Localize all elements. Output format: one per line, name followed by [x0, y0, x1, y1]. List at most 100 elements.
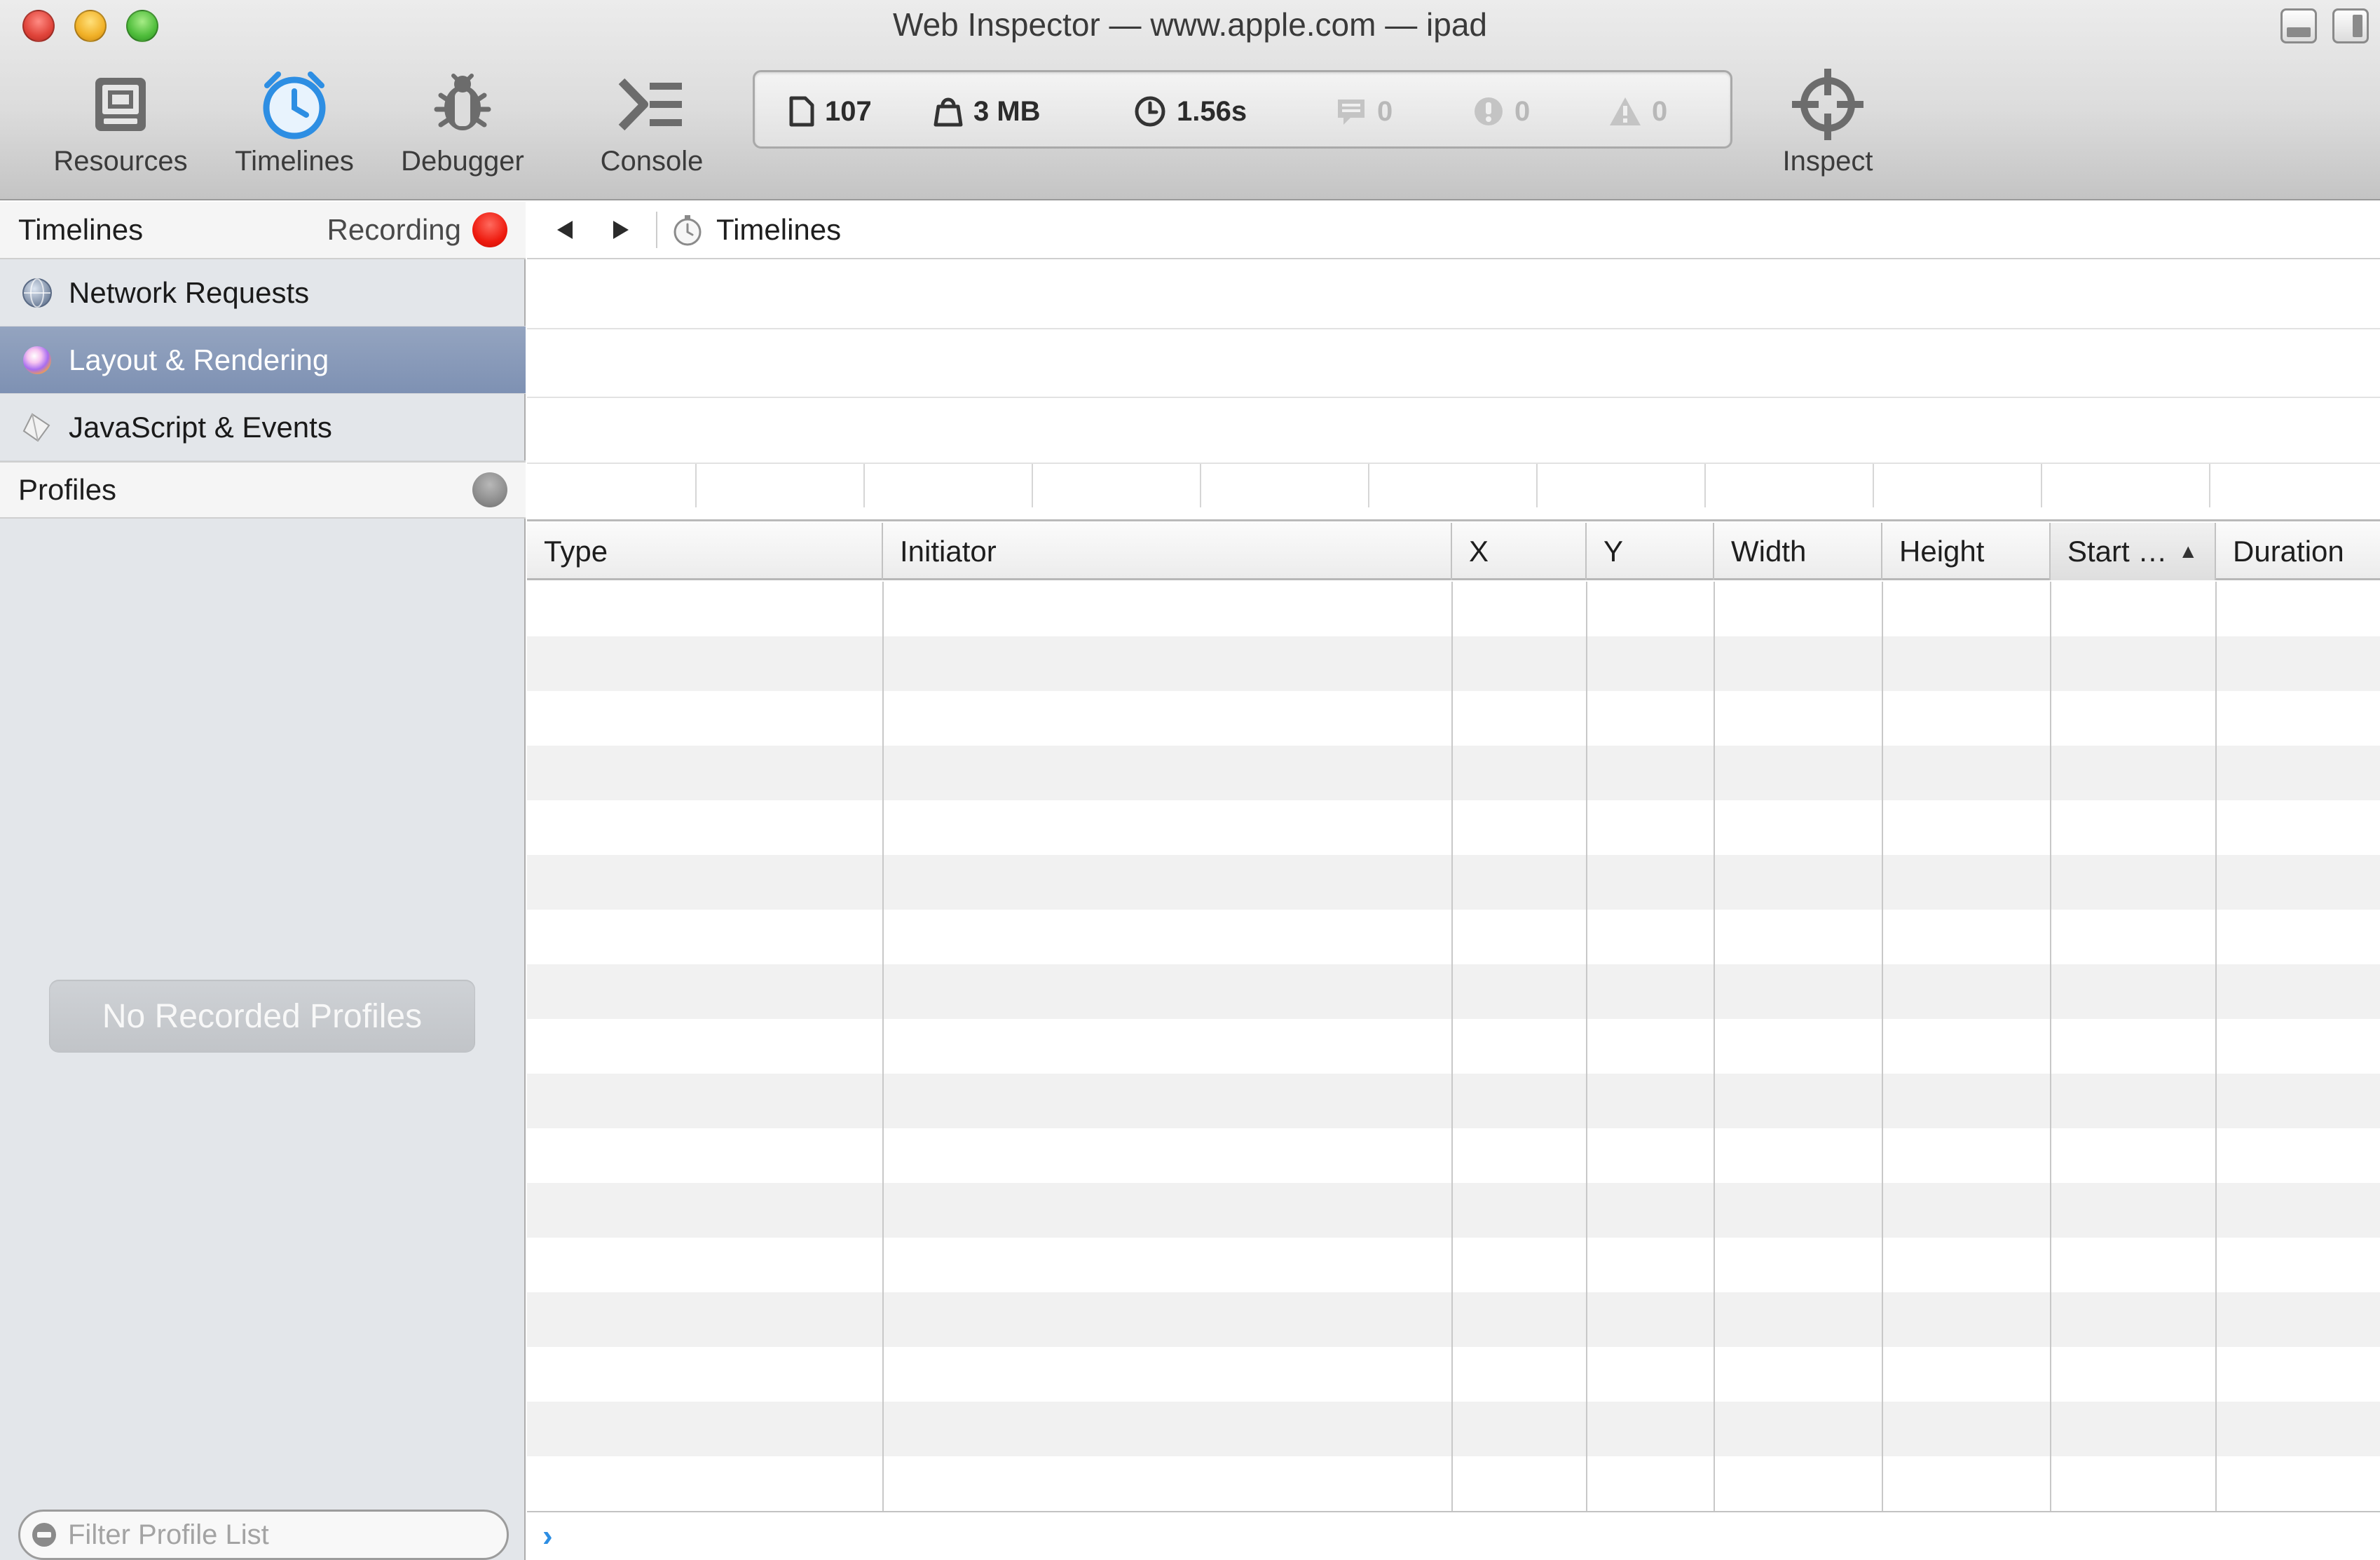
table-row[interactable] [527, 1238, 2380, 1292]
warning-icon [1610, 97, 1641, 125]
column-header-start-time[interactable]: Start … ▲ [2051, 523, 2216, 580]
dashboard-warnings[interactable]: 0 [1608, 90, 1667, 132]
filter-profile-input[interactable] [68, 1519, 488, 1551]
column-divider [882, 582, 884, 1511]
record-button-icon[interactable] [472, 212, 507, 247]
back-button[interactable] [537, 201, 593, 259]
ruler-tick [1873, 464, 1874, 507]
toolbar-tab-debugger[interactable]: Debugger [385, 66, 540, 192]
table-header: Type Initiator X Y Width Height Start … … [527, 523, 2380, 580]
ruler-tick [2209, 464, 2210, 507]
table-row[interactable] [527, 964, 2380, 1019]
profile-record-control[interactable] [472, 472, 507, 507]
content-navigation-bar: Timelines [527, 202, 2380, 259]
quick-console[interactable]: › [527, 1511, 2380, 1560]
javascript-icon [20, 410, 55, 445]
forward-button[interactable] [593, 201, 649, 259]
table-row[interactable] [527, 1183, 2380, 1238]
network-icon [20, 275, 55, 310]
timeline-track-javascript[interactable] [527, 398, 2380, 464]
table-row[interactable] [527, 691, 2380, 746]
window-title: Web Inspector — www.apple.com — ipad [893, 6, 1487, 43]
column-divider [1586, 582, 1587, 1511]
dashboard-load-time[interactable]: 1.56s [1133, 90, 1247, 132]
navigation-sidebar: Timelines Recording Network Requests Lay… [0, 202, 526, 1560]
dashboard[interactable]: 107 3 MB 1.56s 0 0 0 [753, 70, 1732, 149]
column-divider [2050, 582, 2051, 1511]
dock-bottom-button[interactable] [2280, 8, 2317, 43]
column-header-height[interactable]: Height [1882, 523, 2051, 580]
sidebar-item-network-requests[interactable]: Network Requests [0, 259, 526, 327]
table-row[interactable] [527, 1456, 2380, 1511]
column-header-initiator[interactable]: Initiator [883, 523, 1452, 580]
sidebar-item-layout-rendering[interactable]: Layout & Rendering [0, 327, 526, 394]
ruler-tick [863, 464, 865, 507]
toolbar-tab-console[interactable]: Console [575, 66, 729, 192]
filter-icon [32, 1523, 56, 1547]
timeline-track-layout[interactable] [527, 329, 2380, 398]
dock-controls [2280, 8, 2369, 43]
ruler-tick [2041, 464, 2042, 507]
table-row[interactable] [527, 855, 2380, 910]
weight-icon [933, 97, 963, 127]
dock-right-button[interactable] [2332, 8, 2369, 43]
filter-profile-field[interactable] [18, 1510, 509, 1560]
table-row[interactable] [527, 910, 2380, 964]
back-arrow-icon [557, 221, 573, 239]
dashboard-logs[interactable]: 0 [1335, 90, 1393, 132]
content-area: Timelines Type Initiator X Y Width Heigh… [527, 202, 2380, 1560]
timeline-ruler[interactable] [527, 464, 2380, 521]
table-row[interactable] [527, 1019, 2380, 1074]
timeline-track-network[interactable] [527, 261, 2380, 329]
column-header-type[interactable]: Type [527, 523, 883, 580]
log-bubble-icon [1338, 100, 1365, 125]
table-row[interactable] [527, 1347, 2380, 1402]
table-row[interactable] [527, 636, 2380, 691]
ruler-tick [1704, 464, 1706, 507]
navbar-divider [656, 212, 657, 248]
column-header-y[interactable]: Y [1587, 523, 1714, 580]
timelines-section-header: Timelines Recording [0, 202, 526, 259]
toolbar-tab-timelines[interactable]: Timelines [217, 66, 371, 192]
clock-icon [1135, 96, 1165, 127]
layout-icon [20, 343, 55, 378]
dashboard-errors[interactable]: 0 [1472, 90, 1530, 132]
profiles-section-header: Profiles [0, 461, 526, 519]
console-prompt-icon: › [542, 1519, 553, 1553]
column-divider [2215, 582, 2217, 1511]
table-row[interactable] [527, 1292, 2380, 1347]
inspect-button[interactable]: Inspect [1751, 66, 1905, 192]
resources-icon [82, 66, 159, 143]
ruler-tick [1368, 464, 1369, 507]
table-row[interactable] [527, 746, 2380, 800]
column-header-x[interactable]: X [1452, 523, 1587, 580]
column-divider [1882, 582, 1883, 1511]
recording-control[interactable]: Recording [327, 212, 507, 247]
dashboard-size[interactable]: 3 MB [933, 90, 1041, 132]
breadcrumb[interactable]: Timelines [670, 212, 841, 247]
toolbar-tab-resources[interactable]: Resources [43, 66, 198, 192]
column-header-width[interactable]: Width [1714, 523, 1882, 580]
crosshair-icon [1789, 66, 1866, 143]
sidebar-item-javascript-events[interactable]: JavaScript & Events [0, 394, 526, 461]
sort-ascending-icon: ▲ [2178, 540, 2198, 562]
console-icon [613, 66, 690, 143]
column-divider [1714, 582, 1715, 1511]
dashboard-resources[interactable]: 107 [788, 90, 872, 132]
table-row[interactable] [527, 800, 2380, 855]
window-toolbar: Web Inspector — www.apple.com — ipad Res… [0, 0, 2380, 200]
table-row[interactable] [527, 1402, 2380, 1456]
column-divider [1451, 582, 1453, 1511]
ruler-tick [695, 464, 697, 507]
table-row[interactable] [527, 582, 2380, 636]
table-row[interactable] [527, 1074, 2380, 1128]
timelines-icon [256, 66, 333, 143]
stopwatch-icon [673, 215, 702, 246]
debugger-icon [424, 66, 501, 143]
column-header-duration[interactable]: Duration [2216, 523, 2380, 580]
no-recorded-profiles-placeholder: No Recorded Profiles [49, 980, 475, 1053]
ruler-tick [1536, 464, 1538, 507]
table-row[interactable] [527, 1128, 2380, 1183]
start-profile-button-icon[interactable] [472, 472, 507, 507]
ruler-tick [1032, 464, 1033, 507]
